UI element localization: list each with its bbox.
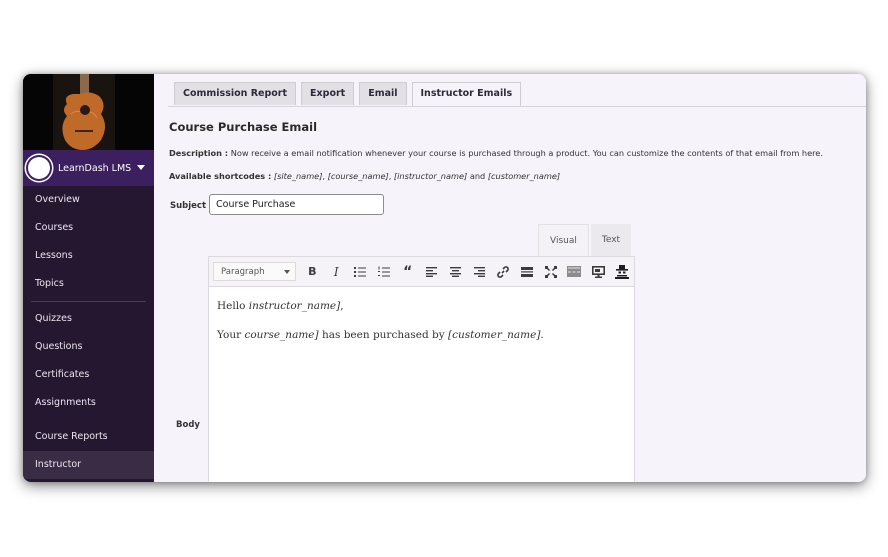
read-more-icon (520, 266, 533, 277)
guitar-image (23, 74, 154, 150)
editor-mode-tabs: Visual Text (538, 224, 632, 257)
site-switcher[interactable]: LearnDash LMS (23, 150, 154, 186)
read-more-button[interactable] (515, 261, 539, 283)
bold-icon: B (308, 265, 317, 278)
tab-export[interactable]: Export (301, 82, 355, 105)
sidebar-item-topics[interactable]: Topics (23, 270, 154, 298)
sidebar-divider (31, 301, 146, 302)
incognito-button[interactable] (610, 261, 634, 283)
subject-label: Subject (170, 201, 207, 211)
shortcodes-and: and (467, 171, 488, 181)
sidebar-item-courses[interactable]: Courses (23, 214, 154, 242)
shortcode-customer: [customer_name] (448, 329, 541, 341)
chevron-down-icon (284, 270, 291, 274)
link-icon (497, 265, 509, 278)
tab-text[interactable]: Text (590, 224, 632, 256)
shortcodes: Available shortcodes : [site_name], [cou… (169, 171, 561, 181)
body-line-greeting: Hello instructor_name], (217, 300, 626, 312)
sidebar-item-quizzes[interactable]: Quizzes (23, 305, 154, 333)
sidebar-item-course-reports[interactable]: Course Reports (23, 423, 154, 451)
greeting-text: Hello (217, 300, 249, 312)
numbered-list-button[interactable] (372, 261, 396, 283)
sidebar-item-assignments[interactable]: Assignments (23, 389, 154, 417)
align-center-button[interactable] (443, 261, 467, 283)
align-center-icon (449, 266, 461, 277)
blockquote-button[interactable]: “ (396, 261, 420, 283)
editor-toolbar: Paragraph B I “ (208, 256, 635, 287)
shortcode-instructor-name: [instructor_name] (393, 171, 468, 181)
body-line-message: Your course_name] has been purchased by … (217, 329, 626, 341)
align-right-icon (473, 266, 485, 277)
page-title: Course Purchase Email (169, 120, 318, 134)
shortcode-instructor: instructor_name] (248, 300, 341, 312)
bullet-list-icon (354, 267, 367, 277)
message-middle: has been purchased by (318, 329, 449, 341)
tab-commission-report[interactable]: Commission Report (174, 82, 297, 105)
message-suffix: . (540, 329, 544, 341)
tab-instructor-emails[interactable]: Instructor Emails (411, 82, 522, 107)
email-body-editor[interactable]: Hello instructor_name], Your course_name… (208, 287, 635, 482)
align-left-button[interactable] (420, 261, 444, 283)
blockquote-icon: “ (403, 263, 413, 280)
sidebar-item-certificates[interactable]: Certificates (23, 361, 154, 389)
fullscreen-icon (544, 265, 557, 278)
app-window: LearnDash LMS Overview Courses Lessons T… (23, 74, 866, 482)
italic-icon: I (333, 264, 339, 279)
shortcode-site-name: [site_name] (273, 171, 323, 181)
description-label: Description : (169, 148, 229, 158)
sidebar-nav: Overview Courses Lessons Topics Quizzes … (23, 186, 154, 479)
italic-button[interactable]: I (324, 261, 348, 283)
avatar (28, 157, 50, 179)
fullscreen-button[interactable] (539, 261, 563, 283)
sidebar: LearnDash LMS Overview Courses Lessons T… (23, 74, 154, 482)
monitor-icon (591, 265, 605, 278)
main-content: Commission Report Export Email Instructo… (154, 74, 866, 482)
subject-input[interactable] (209, 194, 384, 215)
bold-button[interactable]: B (300, 261, 324, 283)
message-prefix: Your (217, 329, 245, 341)
description: Description : Now receive a email notifi… (169, 148, 823, 158)
description-text: Now receive a email notification wheneve… (228, 148, 823, 158)
site-name: LearnDash LMS (58, 162, 132, 174)
sidebar-item-overview[interactable]: Overview (23, 186, 154, 214)
numbered-list-icon (377, 266, 390, 277)
format-select-value: Paragraph (221, 266, 265, 277)
sidebar-item-instructor[interactable]: Instructor (23, 451, 154, 479)
shortcode-course-name: [course_name] (327, 171, 389, 181)
bullet-list-button[interactable] (348, 261, 372, 283)
caret-down-icon[interactable] (137, 165, 145, 170)
tab-divider (168, 106, 866, 107)
site-thumbnail (23, 74, 154, 150)
sidebar-item-questions[interactable]: Questions (23, 333, 154, 361)
monitor-button[interactable] (586, 261, 610, 283)
toolbar-toggle-icon (567, 266, 582, 277)
align-right-button[interactable] (467, 261, 491, 283)
link-button[interactable] (491, 261, 515, 283)
sidebar-item-lessons[interactable]: Lessons (23, 242, 154, 270)
shortcode-customer-name: [customer_name] (487, 171, 561, 181)
tab-email[interactable]: Email (359, 82, 407, 105)
toolbar-toggle-button[interactable] (563, 261, 587, 283)
shortcodes-label: Available shortcodes : (169, 171, 272, 181)
greeting-suffix: , (340, 300, 344, 312)
incognito-icon (615, 264, 630, 279)
body-label: Body (176, 420, 200, 430)
shortcode-course: course_name] (244, 329, 319, 341)
format-select[interactable]: Paragraph (213, 262, 297, 281)
align-left-icon (426, 266, 437, 277)
tab-bar: Commission Report Export Email Instructo… (174, 82, 522, 107)
tab-visual[interactable]: Visual (538, 224, 589, 257)
